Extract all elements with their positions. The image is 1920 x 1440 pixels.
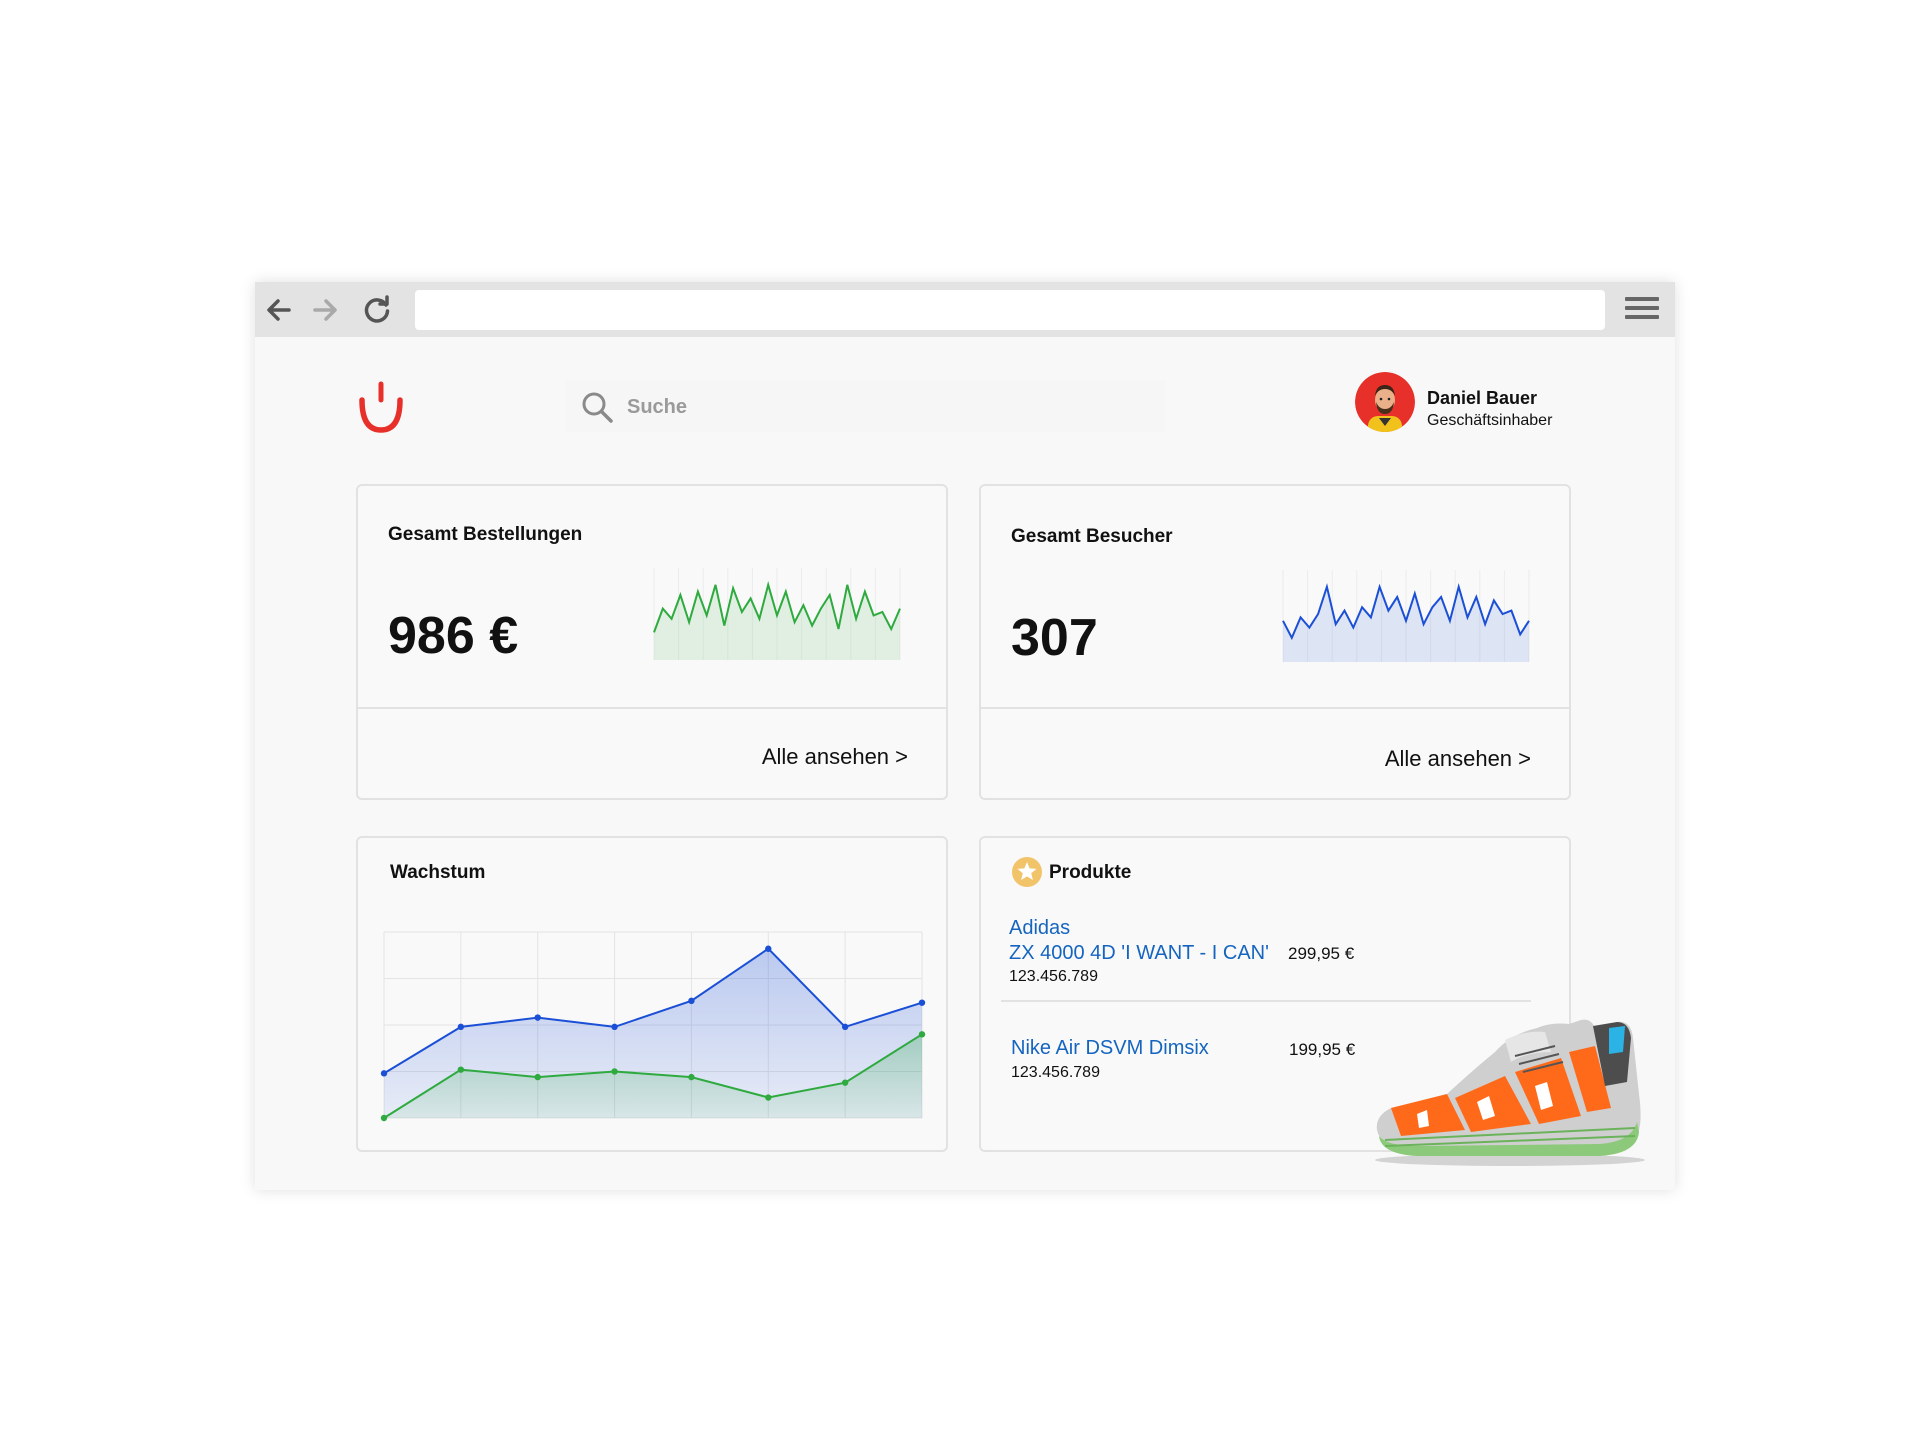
data-point <box>918 999 926 1006</box>
orders-value: 986 € <box>388 607 519 665</box>
smile-logo-icon[interactable] <box>355 380 407 436</box>
visitors-card: Gesamt Besucher 307 Alle ansehen > <box>979 484 1571 800</box>
reload-button[interactable] <box>359 292 395 328</box>
visitors-see-all-link[interactable]: Alle ansehen > <box>1385 746 1531 772</box>
product-price: 299,95 € <box>1288 944 1355 963</box>
data-point <box>688 997 695 1005</box>
reload-icon <box>364 295 390 323</box>
card-title: Produkte <box>1049 862 1132 883</box>
data-point <box>534 1073 541 1081</box>
visitors-value: 307 <box>1011 609 1098 667</box>
data-point <box>457 1023 465 1031</box>
data-point <box>611 1023 618 1031</box>
divider <box>358 707 946 709</box>
search-input[interactable] <box>625 388 1149 426</box>
product-sku: 123.456.789 <box>1011 1064 1100 1081</box>
product-name[interactable]: Nike Air DSVM Dimsix <box>1011 1036 1209 1061</box>
arrow-right-icon <box>313 299 337 321</box>
hamburger-menu-icon[interactable] <box>1625 294 1659 326</box>
product-name-line: ZX 4000 4D 'I WANT - I CAN' <box>1009 942 1269 964</box>
back-button[interactable] <box>261 292 297 328</box>
avatar <box>1355 372 1415 432</box>
data-point <box>380 1114 388 1122</box>
divider <box>981 707 1569 709</box>
card-title: Gesamt Bestellungen <box>388 524 583 545</box>
orders-card: Gesamt Bestellungen 986 € Alle ansehen > <box>356 484 948 800</box>
product-name[interactable]: Adidas ZX 4000 4D 'I WANT - I CAN' <box>1009 916 1269 966</box>
data-point <box>457 1066 465 1073</box>
data-point <box>765 1094 772 1101</box>
data-point <box>765 945 772 952</box>
product-sku: 123.456.789 <box>1009 968 1098 985</box>
user-role: Geschäftsinhaber <box>1427 412 1553 429</box>
orders-see-all-link[interactable]: Alle ansehen > <box>762 744 908 770</box>
search-box[interactable] <box>565 380 1165 432</box>
product-name-line: Adidas <box>1009 917 1071 939</box>
card-title: Wachstum <box>390 862 486 883</box>
search-icon <box>582 392 613 423</box>
product-price: 199,95 € <box>1289 1040 1356 1059</box>
user-name: Daniel Bauer <box>1427 388 1538 408</box>
data-point <box>841 1023 849 1031</box>
sneaker-image <box>1375 1019 1645 1166</box>
product-name-line: Nike Air DSVM Dimsix <box>1011 1037 1209 1059</box>
data-point <box>688 1073 695 1081</box>
browser-toolbar <box>255 282 1675 337</box>
data-point <box>841 1079 849 1086</box>
card-title: Gesamt Besucher <box>1011 526 1173 547</box>
browser-window: Daniel Bauer Geschäftsinhaber Gesamt Bes… <box>255 282 1675 1190</box>
visitors-sparkline <box>1282 570 1530 662</box>
data-point <box>534 1014 541 1021</box>
orders-sparkline <box>653 568 901 660</box>
url-bar[interactable] <box>415 290 1605 330</box>
data-point <box>918 1031 926 1038</box>
data-point <box>611 1068 618 1075</box>
growth-card: Wachstum <box>356 836 948 1152</box>
growth-chart <box>380 931 926 1122</box>
forward-button[interactable] <box>307 292 343 328</box>
data-point <box>380 1070 388 1077</box>
star-badge-icon <box>1012 857 1042 887</box>
product-separator <box>1001 1000 1531 1002</box>
arrow-left-icon <box>267 299 291 321</box>
